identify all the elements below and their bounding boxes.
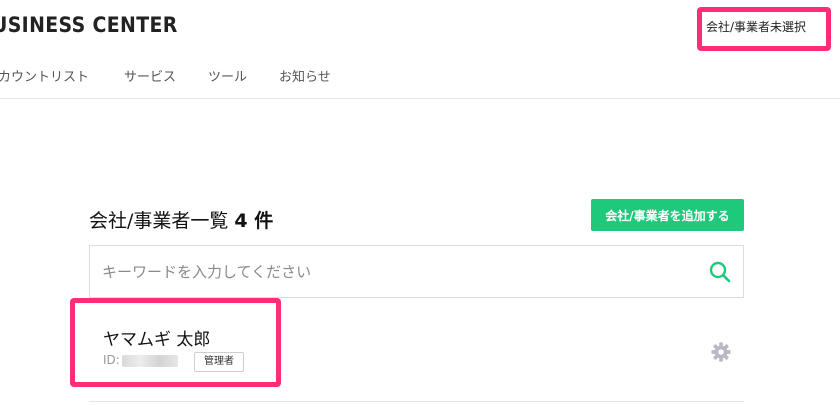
brand-logo: USINESS CENTER xyxy=(0,13,178,37)
nav-item-tools[interactable]: ツール xyxy=(208,66,247,85)
page-title-text: 会社/事業者一覧 xyxy=(89,210,229,232)
row-divider xyxy=(89,401,744,402)
role-badge: 管理者 xyxy=(194,352,244,372)
company-count: 4 件 xyxy=(234,210,274,232)
nav-item-services[interactable]: サービス xyxy=(124,66,176,85)
nav-item-news[interactable]: お知らせ xyxy=(279,66,331,85)
header-divider xyxy=(0,98,840,99)
add-company-button[interactable]: 会社/事業者を追加する xyxy=(591,199,744,231)
search-icon[interactable] xyxy=(708,260,732,284)
account-selector[interactable]: 会社/事業者未選択 xyxy=(706,18,806,35)
search-box xyxy=(89,245,744,298)
nav-item-account-list[interactable]: カウントリスト xyxy=(0,66,89,85)
search-input[interactable] xyxy=(102,246,692,297)
company-id-label: ID: xyxy=(103,353,120,367)
gear-icon[interactable] xyxy=(710,341,732,363)
page-title: 会社/事業者一覧 4 件 xyxy=(89,206,273,233)
company-name[interactable]: ヤマムギ 太郎 xyxy=(103,325,210,350)
company-id-redacted xyxy=(122,355,178,367)
